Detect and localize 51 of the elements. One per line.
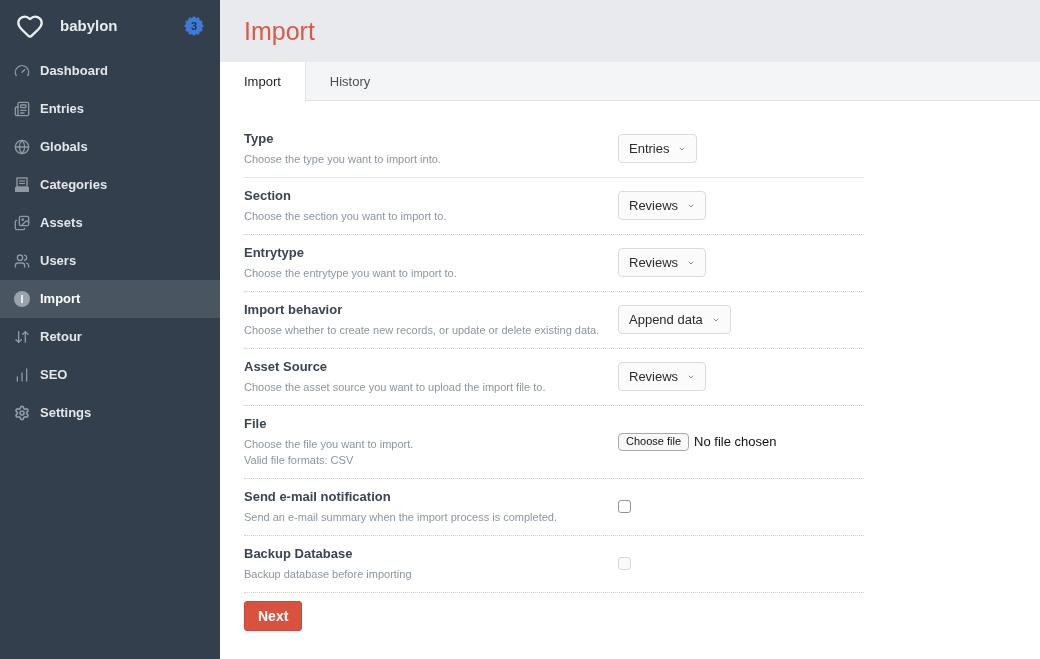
- field-description: Send an e-mail summary when the import process is completed.: [244, 510, 559, 525]
- select-dropdown[interactable]: Reviews: [618, 248, 707, 277]
- newspaper-icon: [14, 101, 30, 117]
- users-icon: [14, 253, 30, 269]
- select-dropdown[interactable]: Reviews: [618, 191, 707, 220]
- sidebar-item[interactable]: Users: [0, 242, 220, 280]
- images-icon: [14, 215, 30, 231]
- sidebar-item[interactable]: Dashboard: [0, 52, 220, 90]
- gauge-icon: [14, 63, 30, 79]
- select-dropdown[interactable]: Reviews: [618, 362, 707, 391]
- sidebar-item[interactable]: Entries: [0, 90, 220, 128]
- sidebar-item[interactable]: Import: [0, 280, 220, 318]
- checkbox[interactable]: [618, 500, 631, 513]
- field-label: Section: [244, 187, 292, 204]
- select-dropdown[interactable]: Entries: [618, 134, 698, 163]
- field-description: Choose the asset source you want to upload the import file to.: [244, 380, 547, 395]
- arrows-up-down-icon: [14, 329, 30, 345]
- choose-file-button[interactable]: Choose file: [618, 432, 690, 451]
- field-description: Backup database before importing: [244, 567, 413, 582]
- tab[interactable]: History: [305, 62, 395, 101]
- sidebar-item[interactable]: Assets: [0, 204, 220, 242]
- select-dropdown[interactable]: Append data: [618, 305, 731, 334]
- next-button[interactable]: Next: [244, 601, 303, 631]
- rising-bars-icon: [14, 367, 30, 383]
- field-description: Choose the section you want to import to.: [244, 209, 448, 224]
- document-tray-icon: [14, 177, 30, 193]
- field-description: Valid file formats: CSV: [244, 453, 355, 468]
- heart-logo-icon: [16, 12, 44, 40]
- field-label: Backup Database: [244, 545, 354, 562]
- page-title: Import: [244, 18, 315, 44]
- sidebar-item[interactable]: Globals: [0, 128, 220, 166]
- field-description: Choose the type you want to import into.: [244, 152, 442, 167]
- sidebar-item[interactable]: Categories: [0, 166, 220, 204]
- tab[interactable]: Import: [220, 62, 306, 102]
- brand-name: babylon: [60, 15, 118, 36]
- field-label: Entrytype: [244, 244, 305, 261]
- settings-icon: [14, 405, 30, 421]
- field-description: Choose whether to create new records, or update or delete existing data.: [244, 323, 601, 338]
- field-label: Import behavior: [244, 301, 344, 318]
- field-description: Choose the entrytype you want to import to.: [244, 266, 458, 281]
- file-status: No file chosen: [694, 432, 777, 451]
- sidebar-item[interactable]: Retour: [0, 318, 220, 356]
- field-description: Choose the file you want to import.: [244, 437, 415, 452]
- sidebar-item[interactable]: SEO: [0, 356, 220, 394]
- field-label: File: [244, 415, 268, 432]
- field-label: Send e-mail notification: [244, 488, 392, 505]
- field-label: Type: [244, 130, 275, 147]
- globe-icon: [14, 139, 30, 155]
- sidebar-item[interactable]: Settings: [0, 394, 220, 432]
- field-label: Asset Source: [244, 358, 329, 375]
- circle-bar-icon: [14, 291, 30, 307]
